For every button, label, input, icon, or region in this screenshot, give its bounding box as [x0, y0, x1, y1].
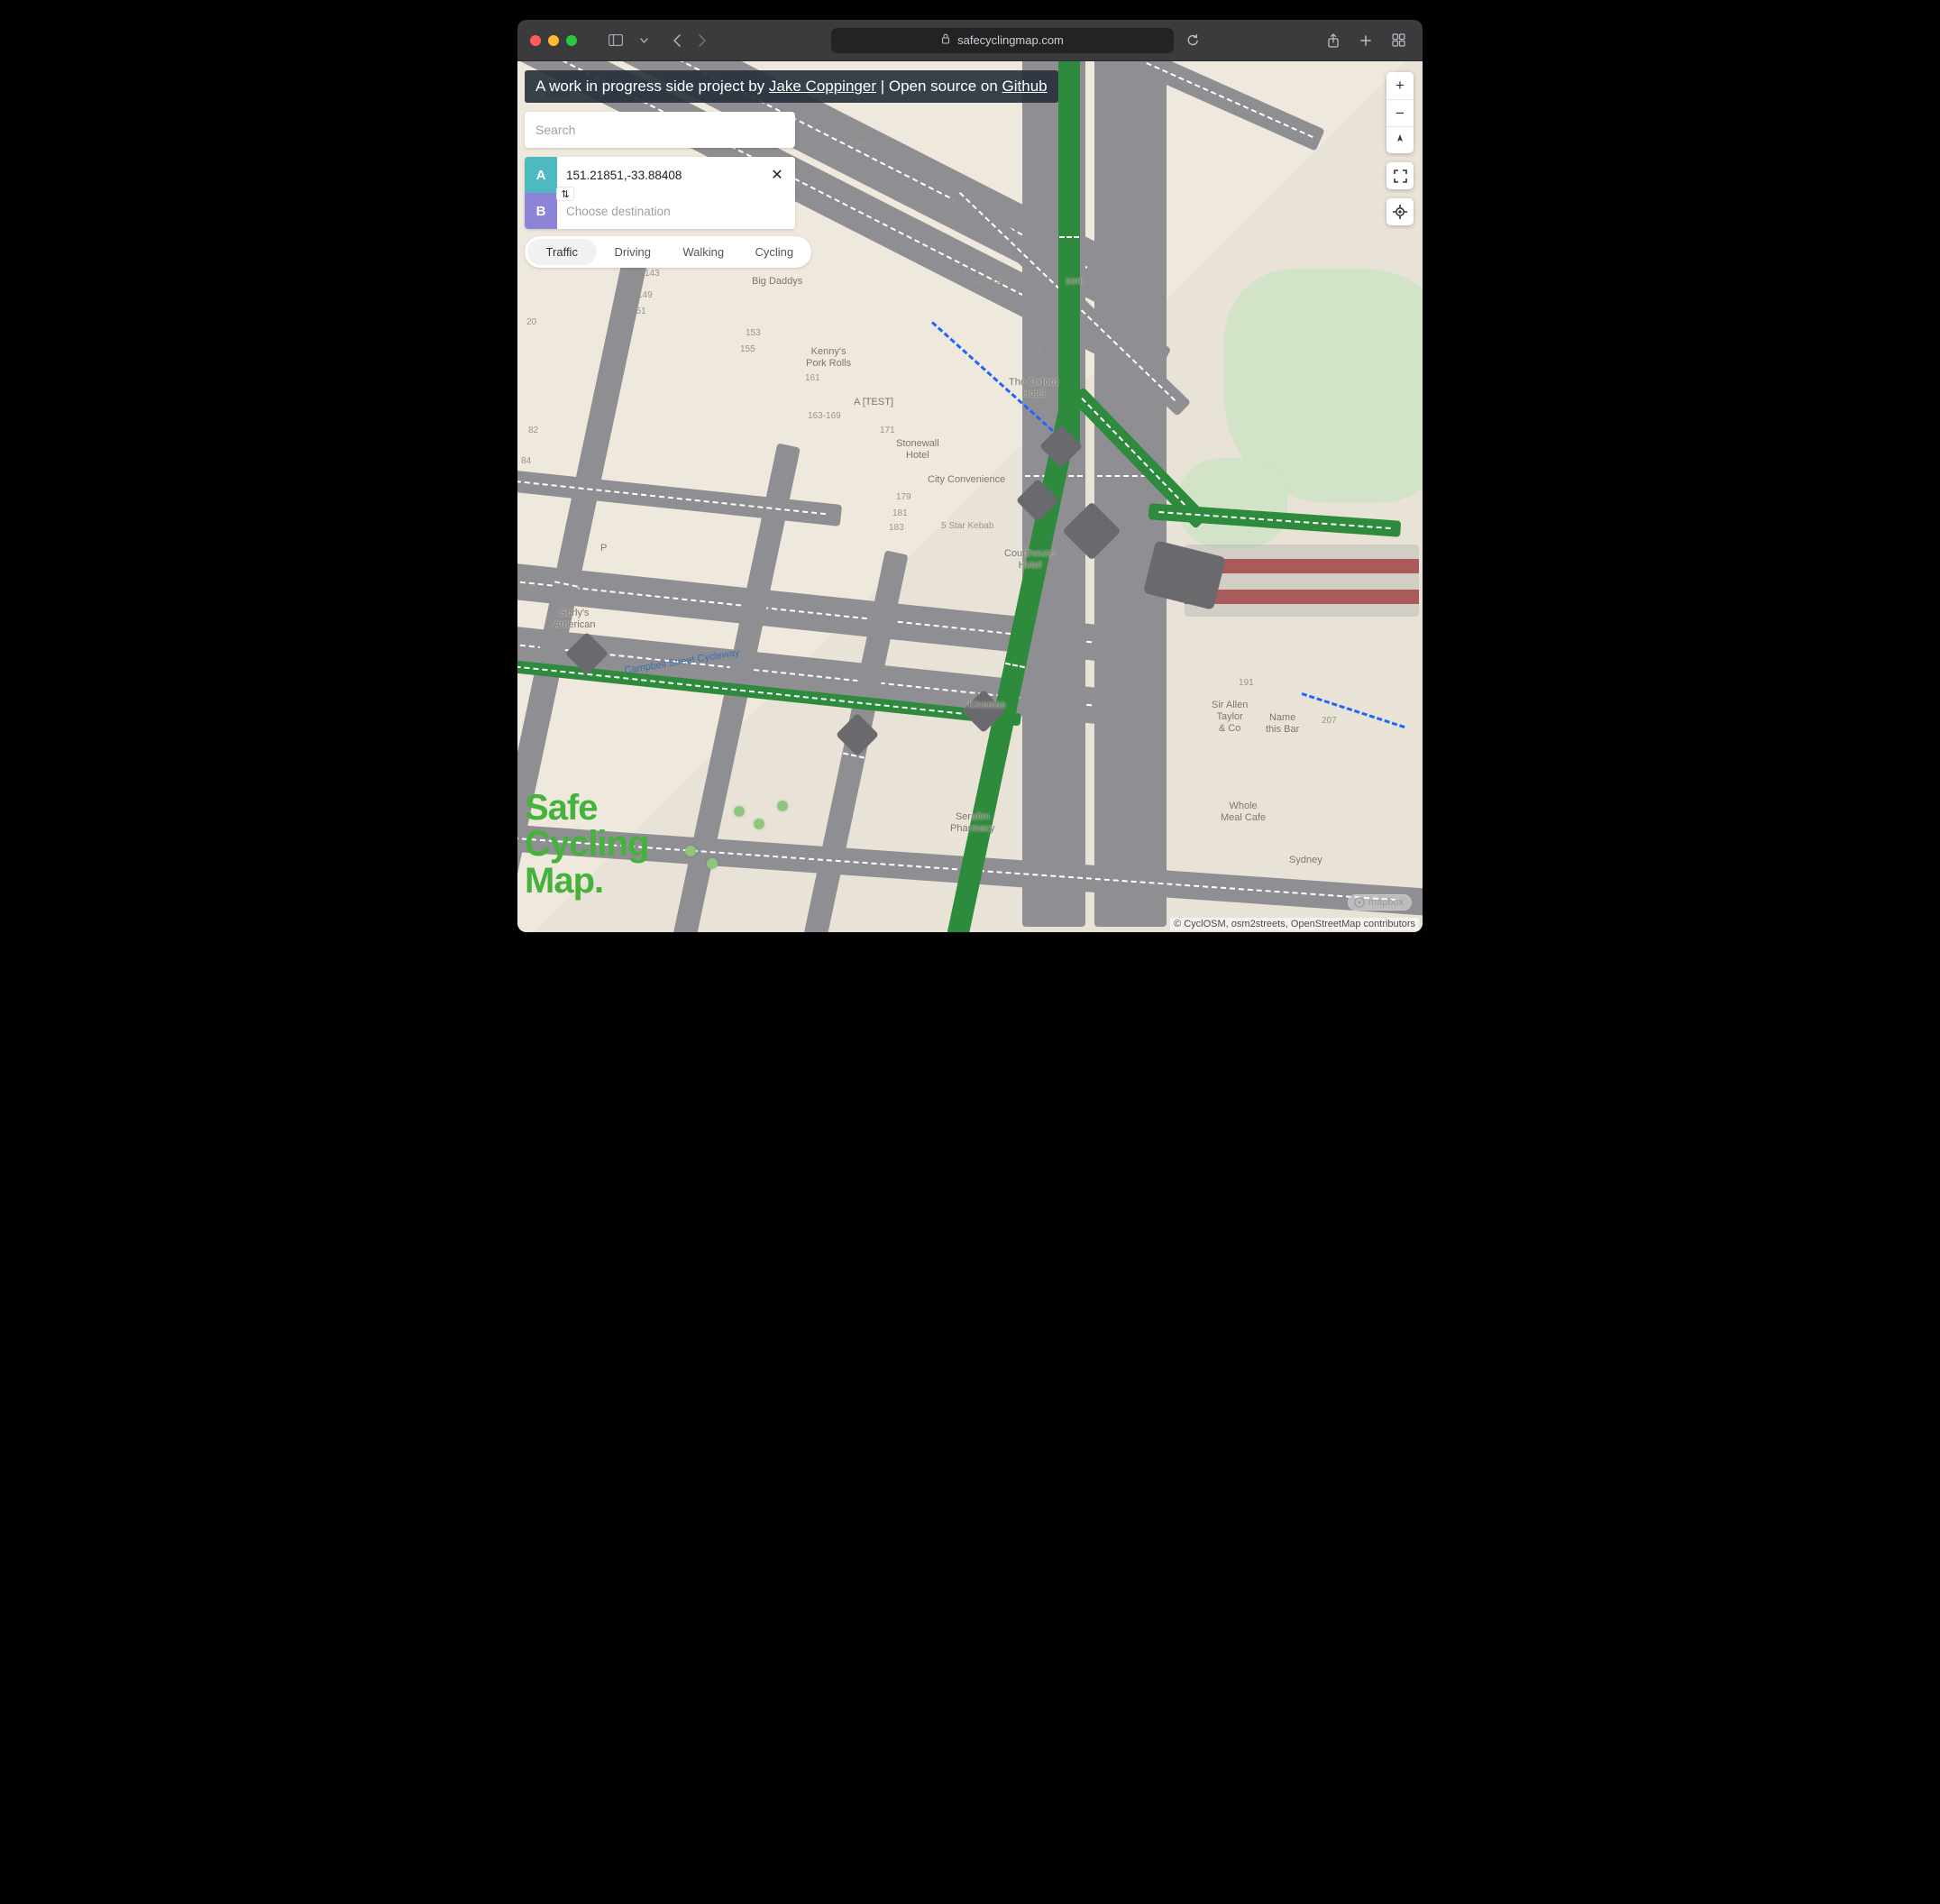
clear-origin-button[interactable]: ✕	[766, 164, 788, 186]
destination-marker: B	[525, 193, 557, 229]
map-label: 161	[805, 373, 820, 383]
route-panel: A ⇅ ✕ B	[525, 157, 795, 229]
map-label: 163-169	[808, 411, 841, 421]
map-label: 183	[889, 523, 904, 533]
map-label: 179	[896, 492, 911, 502]
map-label: 191	[1239, 678, 1254, 688]
github-link[interactable]: Github	[1002, 78, 1048, 95]
destination-input[interactable]	[557, 193, 795, 229]
brand-line: Cycling	[525, 826, 648, 863]
zoom-control: + −	[1386, 72, 1414, 153]
tree-icon	[734, 806, 745, 817]
swap-route-button[interactable]: ⇅	[557, 188, 573, 200]
address-text: safecyclingmap.com	[957, 33, 1064, 47]
address-bar[interactable]: safecyclingmap.com	[831, 28, 1174, 53]
fullscreen-button[interactable]	[1386, 162, 1414, 189]
map-label: 171	[880, 426, 895, 435]
brand-line: Map.	[525, 863, 648, 900]
map-label: A [TEST]	[854, 397, 893, 408]
fullscreen-control	[1386, 162, 1414, 189]
author-link[interactable]: Jake Coppinger	[769, 78, 876, 95]
forward-button[interactable]	[691, 29, 714, 52]
map-label: SerafimPharmacy	[950, 811, 995, 835]
new-tab-button[interactable]	[1354, 29, 1377, 52]
attribution-text[interactable]: © CyclOSM, osm2streets, OpenStreetMap co…	[1170, 918, 1419, 930]
map-label: 134	[1026, 344, 1041, 354]
map-label: 84	[521, 456, 531, 466]
map-label: 143	[645, 269, 660, 279]
map-label: Surly'sAmerican	[554, 608, 595, 631]
map-label: The OxfordHotel	[1009, 377, 1058, 400]
map-label: 149	[637, 290, 653, 300]
window-controls	[530, 35, 577, 46]
map-label: 80	[526, 584, 536, 594]
map-label: CourthouseHotel	[1004, 548, 1056, 572]
map-label: Kenny'sPork Rolls	[806, 346, 851, 370]
map-label: Big Daddys	[752, 276, 802, 288]
zoom-out-button[interactable]: −	[1386, 99, 1414, 126]
map-label: Sir AllenTaylor& Co	[1212, 700, 1248, 736]
brand-logo: Safe Cycling Map.	[525, 790, 648, 900]
origin-marker: A	[525, 157, 557, 193]
project-banner: A work in progress side project by Jake …	[525, 70, 1058, 103]
map-label: 124-128	[973, 276, 1006, 286]
map-label: City Convenience	[928, 474, 1005, 486]
reload-button[interactable]	[1181, 29, 1204, 52]
map-label: Sydney	[1289, 855, 1322, 866]
lock-icon	[941, 33, 950, 47]
zoom-window-button[interactable]	[566, 35, 577, 46]
map-label: 155	[740, 344, 755, 354]
safari-window: safecyclingmap.com	[517, 20, 1423, 932]
brand-line: Safe	[525, 790, 648, 827]
map-label: 20	[526, 317, 536, 327]
tree-icon	[707, 858, 718, 869]
tree-icon	[685, 846, 696, 856]
geolocate-button[interactable]	[1386, 198, 1414, 225]
search-box[interactable]	[525, 112, 795, 148]
compass-button[interactable]	[1386, 126, 1414, 153]
mapbox-text: mapbox	[1368, 897, 1404, 908]
map-label: 5 Star Kebab	[941, 521, 993, 531]
tab-driving[interactable]: Driving	[599, 239, 668, 265]
sidebar-toggle-button[interactable]	[604, 29, 627, 52]
tree-icon	[754, 819, 764, 829]
map-label: soni	[1066, 276, 1084, 288]
map-label: 153	[746, 328, 761, 338]
map-label: WholeMeal Cafe	[1221, 801, 1266, 824]
share-button[interactable]	[1322, 29, 1345, 52]
map-label: 207	[1322, 716, 1337, 726]
map-label: 108	[851, 139, 866, 149]
tab-overview-button[interactable]	[1386, 29, 1410, 52]
back-button[interactable]	[665, 29, 689, 52]
map-label: Namethis Bar	[1266, 712, 1299, 736]
close-window-button[interactable]	[530, 35, 541, 46]
mapbox-badge[interactable]: mapbox	[1348, 894, 1412, 911]
browser-titlebar: safecyclingmap.com	[517, 20, 1423, 61]
tree-icon	[777, 801, 788, 811]
map-label: 151	[631, 307, 646, 316]
tab-walking[interactable]: Walking	[669, 239, 738, 265]
road	[1094, 61, 1167, 927]
geolocate-control	[1386, 198, 1414, 225]
banner-text: A work in progress side project by	[535, 78, 769, 95]
minimize-window-button[interactable]	[548, 35, 559, 46]
origin-input[interactable]	[557, 157, 795, 193]
travel-mode-tabs: TrafficDrivingWalkingCycling	[525, 236, 811, 268]
map-label: 82	[528, 426, 538, 435]
map-label: StonewallHotel	[896, 438, 939, 462]
map-label: 181	[892, 508, 908, 518]
left-panel: A ⇅ ✕ B TrafficDrivingWalkingCycling	[525, 112, 795, 268]
map-controls: + −	[1386, 72, 1414, 225]
address-bar-area: safecyclingmap.com	[786, 28, 1249, 53]
search-input[interactable]	[535, 123, 784, 137]
zoom-in-button[interactable]: +	[1386, 72, 1414, 99]
banner-text: | Open source on	[876, 78, 1002, 95]
tab-cycling[interactable]: Cycling	[740, 239, 810, 265]
map-label: Kinselas	[968, 700, 1006, 711]
tab-traffic[interactable]: Traffic	[527, 239, 597, 265]
map-label: P	[600, 543, 607, 554]
map-viewport[interactable]: Hotel108soni124-128Big Daddys14314915115…	[517, 61, 1423, 932]
sidebar-menu-chevron-icon[interactable]	[636, 29, 651, 52]
